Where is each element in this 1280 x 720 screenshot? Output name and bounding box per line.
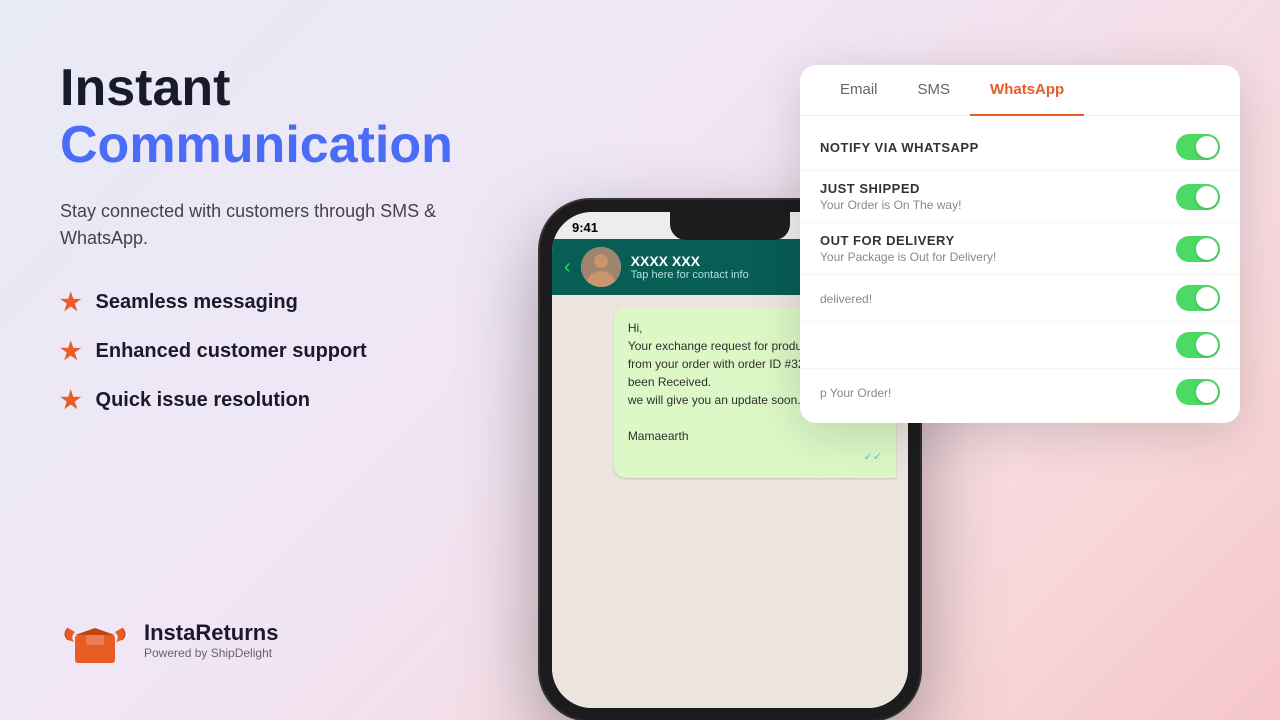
setting-shipped-label: Just Shipped: [820, 181, 961, 196]
headline-line2: Communication: [60, 117, 560, 174]
tabs-row: Email SMS WhatsApp: [800, 65, 1240, 116]
headline-line1: Instant: [60, 60, 560, 117]
setting-row-delivered: delivered!: [800, 275, 1240, 322]
settings-content: NOTIFY VIA WHATSAPP Just Shipped Your Or…: [800, 116, 1240, 423]
setting-row-notify-label-area: NOTIFY VIA WHATSAPP: [820, 140, 979, 155]
setting-row-6-label-area: p Your Order!: [820, 384, 891, 400]
logo-icon: [60, 610, 130, 670]
setting-notify-label: NOTIFY VIA WHATSAPP: [820, 140, 979, 155]
status-time: 9:41: [572, 220, 598, 235]
feature-label-2: Enhanced customer support: [96, 340, 367, 363]
tab-email[interactable]: Email: [820, 65, 898, 116]
back-arrow-icon[interactable]: ‹: [564, 256, 571, 279]
feature-item-1: ★ Seamless messaging: [60, 288, 560, 317]
feature-label-3: Quick issue resolution: [96, 389, 311, 412]
phone-notch: [670, 212, 790, 240]
setting-row-shipped-label-area: Just Shipped Your Order is On The way!: [820, 181, 961, 212]
tab-whatsapp[interactable]: WhatsApp: [970, 65, 1084, 116]
setting-row-delivery: Out for Delivery Your Package is Out for…: [800, 223, 1240, 275]
star-icon-3: ★: [60, 386, 82, 415]
setting-shipped-sublabel: Your Order is On The way!: [820, 198, 961, 212]
feature-item-3: ★ Quick issue resolution: [60, 386, 560, 415]
toggle-delivery[interactable]: [1176, 236, 1220, 262]
message-tick: ✓✓: [628, 449, 882, 466]
setting-row-delivered-label-area: delivered!: [820, 290, 872, 306]
star-icon-2: ★: [60, 337, 82, 366]
logo-powered: Powered by ShipDelight: [144, 646, 278, 660]
toggle-6[interactable]: [1176, 379, 1220, 405]
logo-name: InstaReturns: [144, 620, 278, 646]
setting-delivery-label: Out for Delivery: [820, 233, 996, 248]
toggle-delivered[interactable]: [1176, 285, 1220, 311]
tab-sms[interactable]: SMS: [898, 65, 971, 116]
contact-avatar: [581, 247, 621, 287]
setting-row-notify: NOTIFY VIA WHATSAPP: [800, 124, 1240, 171]
feature-item-2: ★ Enhanced customer support: [60, 337, 560, 366]
setting-row6-sublabel: p Your Order!: [820, 386, 891, 400]
setting-row-5: [800, 322, 1240, 369]
setting-delivered-sublabel: delivered!: [820, 292, 872, 306]
setting-row-shipped: Just Shipped Your Order is On The way!: [800, 171, 1240, 223]
toggle-shipped[interactable]: [1176, 184, 1220, 210]
feature-list: ★ Seamless messaging ★ Enhanced customer…: [60, 288, 560, 415]
setting-row-delivery-label-area: Out for Delivery Your Package is Out for…: [820, 233, 996, 264]
feature-label-1: Seamless messaging: [96, 291, 298, 314]
left-panel: Instant Communication Stay connected wit…: [60, 60, 560, 475]
settings-panel: Email SMS WhatsApp NOTIFY VIA WHATSAPP J…: [800, 65, 1240, 423]
subtitle: Stay connected with customers through SM…: [60, 198, 460, 252]
setting-delivery-sublabel: Your Package is Out for Delivery!: [820, 250, 996, 264]
star-icon-1: ★: [60, 288, 82, 317]
toggle-notify[interactable]: [1176, 134, 1220, 160]
logo-area: InstaReturns Powered by ShipDelight: [60, 610, 278, 670]
toggle-5[interactable]: [1176, 332, 1220, 358]
setting-row-6: p Your Order!: [800, 369, 1240, 415]
logo-text: InstaReturns Powered by ShipDelight: [144, 620, 278, 660]
